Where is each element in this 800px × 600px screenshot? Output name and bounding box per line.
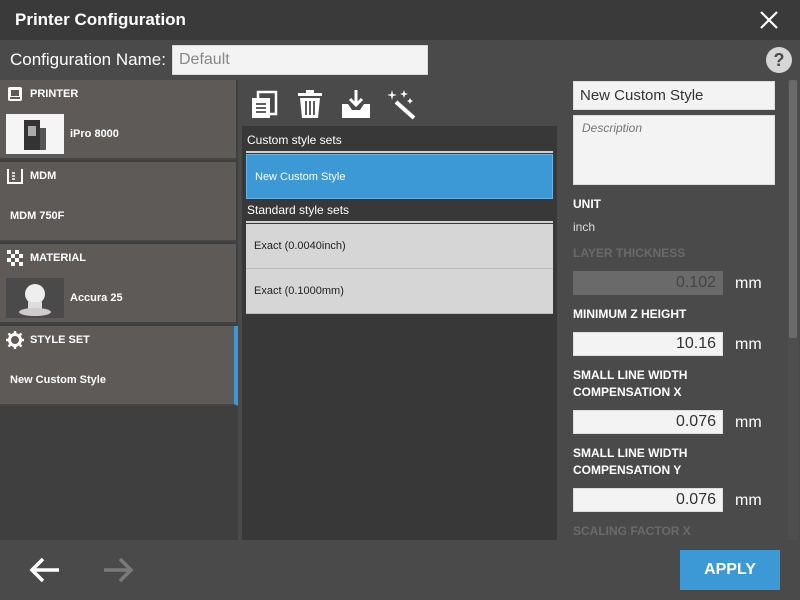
small-line-width-x-unit: mm [735, 414, 762, 431]
title-bar: Printer Configuration [0, 0, 800, 40]
style-name-input[interactable] [573, 81, 775, 110]
forward-arrow-icon[interactable] [100, 552, 136, 588]
custom-style-sets-header: Custom style sets [246, 129, 553, 153]
printer-value: iPro 8000 [70, 128, 119, 140]
mdm-icon [7, 169, 23, 184]
style-set-panel[interactable]: STYLE SET New Custom Style [0, 326, 238, 406]
magic-wand-icon[interactable] [386, 88, 418, 120]
material-icon [7, 250, 23, 266]
layer-thickness-label: LAYER THICKNESS [573, 246, 686, 260]
help-icon[interactable]: ? [766, 47, 792, 73]
settings-panel-column: PRINTER iPro 8000 MDM MDM 750F MATERIAL … [0, 80, 238, 540]
small-line-width-x-label: SMALL LINE WIDTH COMPENSATION X [573, 368, 688, 399]
copy-icon[interactable] [248, 88, 280, 120]
description-field[interactable] [573, 115, 775, 185]
gear-icon [6, 331, 24, 349]
material-value: Accura 25 [70, 292, 123, 304]
back-arrow-icon[interactable] [27, 552, 63, 588]
scaling-factor-x-label: SCALING FACTOR X [573, 524, 691, 538]
list-item-exact-mm[interactable]: Exact (0.1000mm) [246, 269, 553, 314]
list-item-exact-inch[interactable]: Exact (0.0040inch) [246, 224, 553, 269]
small-line-width-y-label: SMALL LINE WIDTH COMPENSATION Y [573, 446, 688, 477]
footer-bar: APPLY [0, 540, 800, 600]
material-thumbnail [6, 278, 64, 318]
mdm-panel[interactable]: MDM MDM 750F [0, 162, 236, 242]
printer-header: PRINTER [30, 88, 79, 100]
configuration-name-input[interactable] [172, 45, 428, 75]
window-title: Printer Configuration [15, 10, 186, 29]
printer-thumbnail [6, 114, 64, 154]
layer-thickness-input [573, 271, 723, 295]
small-line-width-y-input[interactable] [573, 488, 723, 512]
standard-style-sets-header: Standard style sets [246, 199, 553, 223]
style-set-header: STYLE SET [30, 334, 90, 346]
minimum-z-height-label: MINIMUM Z HEIGHT [573, 307, 687, 321]
material-panel[interactable]: MATERIAL Accura 25 [0, 244, 236, 324]
unit-value: inch [573, 220, 596, 234]
unit-label: UNIT [573, 197, 601, 211]
small-line-width-y-unit: mm [735, 492, 762, 509]
minimum-z-height-unit: mm [735, 336, 762, 353]
material-header: MATERIAL [30, 252, 87, 264]
style-set-list: Custom style sets New Custom Style Stand… [246, 129, 553, 314]
minimum-z-height-input[interactable] [573, 332, 723, 356]
trash-icon[interactable] [294, 88, 326, 120]
printer-icon [8, 87, 22, 101]
style-set-list-column: Custom style sets New Custom Style Stand… [242, 80, 557, 540]
printer-panel[interactable]: PRINTER iPro 8000 [0, 80, 236, 160]
layer-thickness-unit: mm [735, 275, 762, 292]
apply-button[interactable]: APPLY [680, 550, 780, 590]
configuration-name-label: Configuration Name: [10, 50, 166, 69]
close-icon[interactable] [758, 9, 780, 31]
style-toolbar [242, 80, 557, 126]
list-item-new-custom-style[interactable]: New Custom Style [246, 154, 553, 199]
mdm-header: MDM [30, 170, 57, 182]
import-icon[interactable] [340, 88, 372, 120]
small-line-width-x-input[interactable] [573, 410, 723, 434]
details-scrollbar[interactable] [788, 80, 798, 540]
style-details-panel: UNIT inch LAYER THICKNESS mm MINIMUM Z H… [559, 80, 800, 540]
scrollbar-thumb[interactable] [789, 80, 797, 338]
mdm-value: MDM 750F [10, 210, 65, 222]
style-set-value: New Custom Style [10, 374, 106, 386]
